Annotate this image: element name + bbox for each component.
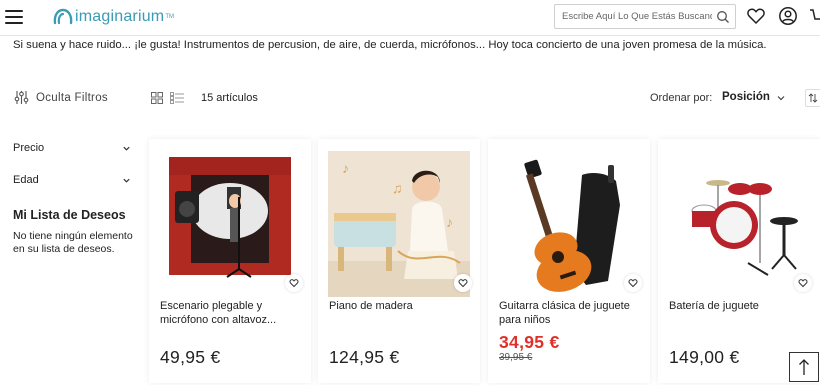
product-name[interactable]: Batería de juguete: [669, 299, 811, 313]
add-to-wishlist-button[interactable]: [285, 274, 303, 292]
svg-text:♪: ♪: [342, 160, 349, 176]
facet-label: Precio: [13, 142, 45, 154]
sort-select[interactable]: Posición: [722, 91, 770, 103]
arrow-up-icon: [799, 359, 809, 375]
chevron-down-icon[interactable]: [776, 93, 786, 103]
svg-text:♪: ♪: [446, 214, 453, 230]
heart-icon[interactable]: [746, 6, 766, 26]
wishlist-empty-text: No tiene ningún elemento en su lista de …: [13, 230, 133, 255]
top-header: imaginarium TM: [0, 0, 820, 36]
product-card[interactable]: Escenario plegable y micrófono con altav…: [149, 139, 311, 383]
product-card[interactable]: Guitarra clásica de juguete para niños 3…: [488, 139, 650, 383]
toy-guitar-image[interactable]: [498, 151, 640, 297]
heart-icon: [798, 279, 808, 288]
search-box: [554, 4, 736, 29]
scroll-to-top-button[interactable]: [789, 352, 819, 382]
product-sale-price: 34,95 €: [499, 332, 560, 352]
facet-label: Edad: [13, 174, 39, 186]
logo-trademark: TM: [165, 14, 175, 20]
product-name[interactable]: Escenario plegable y micrófono con altav…: [160, 299, 302, 327]
chevron-down-icon: [123, 178, 130, 183]
hide-filters-button[interactable]: Oculta Filtros: [14, 90, 108, 105]
wishlist-title: Mi Lista de Deseos: [13, 208, 126, 222]
facet-price[interactable]: Precio: [13, 140, 131, 156]
product-name[interactable]: Guitarra clásica de juguete para niños: [499, 299, 641, 327]
heart-icon: [458, 279, 468, 288]
filter-sidebar: Precio Edad Mi Lista de Deseos No tiene …: [13, 140, 133, 256]
logo[interactable]: imaginarium TM: [52, 6, 174, 28]
category-description: Si suena y hace ruido... ¡le gusta! Inst…: [13, 39, 767, 51]
svg-text:♫: ♫: [392, 180, 403, 196]
cart-icon[interactable]: [808, 6, 820, 26]
product-name[interactable]: Piano de madera: [329, 299, 471, 313]
item-count: 15 artículos: [201, 92, 258, 104]
hide-filters-label: Oculta Filtros: [36, 91, 108, 104]
product-price: 149,00 €: [669, 347, 740, 367]
search-icon[interactable]: [716, 10, 730, 24]
sort-label: Ordenar por:: [650, 92, 713, 104]
logo-text: imaginarium: [75, 8, 165, 25]
sort-direction-button[interactable]: [805, 89, 820, 107]
search-input[interactable]: [562, 11, 712, 22]
menu-icon[interactable]: [5, 10, 23, 24]
heart-icon: [289, 279, 299, 288]
logo-mark-icon: [53, 8, 73, 25]
add-to-wishlist-button[interactable]: [624, 274, 642, 292]
chevron-down-icon: [123, 146, 130, 151]
product-card[interactable]: Batería de juguete 149,00 €: [658, 139, 820, 383]
listing-toolbar: Oculta Filtros 15 artículos Ordenar por:…: [0, 84, 820, 112]
toy-drum-kit-image[interactable]: [668, 151, 810, 297]
heart-icon: [628, 279, 638, 288]
wooden-piano-image[interactable]: ♪ ♫ ♪: [328, 151, 470, 297]
add-to-wishlist-button[interactable]: [454, 274, 472, 292]
add-to-wishlist-button[interactable]: [794, 274, 812, 292]
stage-microphone-image[interactable]: [159, 151, 301, 297]
grid-view-icon[interactable]: [151, 92, 163, 104]
product-old-price: 39,95 €: [499, 352, 533, 363]
user-icon[interactable]: [778, 6, 798, 26]
product-price: 124,95 €: [329, 347, 400, 367]
product-price: 49,95 €: [160, 347, 221, 367]
filter-sliders-icon: [14, 91, 29, 104]
sort-arrows-icon: [808, 93, 818, 103]
list-view-icon[interactable]: [170, 92, 184, 104]
facet-age[interactable]: Edad: [13, 172, 131, 188]
product-card[interactable]: ♪ ♫ ♪ Piano de madera 124,95 €: [318, 139, 480, 383]
